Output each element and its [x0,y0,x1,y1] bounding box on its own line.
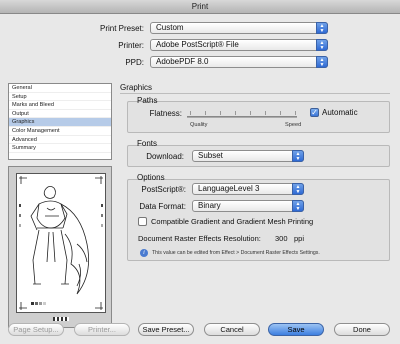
category-item-graphics[interactable]: Graphics [9,118,111,127]
category-item-advanced[interactable]: Advanced [9,136,111,145]
data-format-label: Data Format: [139,202,186,211]
category-item-setup[interactable]: Setup [9,93,111,102]
speed-label: Speed [285,122,302,128]
slider-tick [250,111,251,115]
category-list: General Setup Marks and Bleed Output Gra… [8,83,112,160]
slider-tick [190,111,191,115]
checkmark-icon: ✓ [311,108,318,117]
superhero-illustration [19,176,103,310]
postscript-value: LanguageLevel 3 [198,184,260,193]
category-item-general[interactable]: General [9,84,111,93]
slider-tick [235,111,236,115]
compatible-gradient-label: Compatible Gradient and Gradient Mesh Pr… [151,217,314,226]
popup-arrows-icon: ▲ ▼ [316,22,328,34]
flatness-slider[interactable] [187,116,297,118]
slider-tick [265,111,266,115]
download-popup[interactable]: Subset ▲ ▼ [192,150,304,162]
print-preset-value: Custom [156,23,184,32]
cancel-button[interactable]: Cancel [204,323,260,336]
download-label: Download: [146,152,184,161]
postscript-popup[interactable]: LanguageLevel 3 ▲ ▼ [192,183,304,195]
options-group-title: Options [137,173,165,182]
flatness-label: Flatness: [149,109,182,118]
category-item-marks-and-bleed[interactable]: Marks and Bleed [9,101,111,110]
postscript-label: PostScript®: [141,185,186,194]
preview-page [16,173,106,313]
slider-tick [205,111,206,115]
printer-label: Printer: [118,41,144,50]
print-preset-popup[interactable]: Custom ▲ ▼ [150,22,328,34]
print-preview [8,166,112,328]
fonts-group-title: Fonts [137,139,158,148]
automatic-checkbox[interactable]: ✓ [310,108,319,117]
raster-resolution-label: Document Raster Effects Resolution: [138,234,261,243]
panel-title: Graphics [120,83,153,92]
ppd-value: AdobePDF 8.0 [156,57,209,66]
popup-arrows-icon: ▲ ▼ [292,150,304,162]
printer-value: Adobe PostScript® File [156,40,239,49]
download-value: Subset [198,151,223,160]
raster-resolution-value: 300 [275,234,288,243]
slider-tick [295,111,296,115]
paths-group-title: Paths [137,96,158,105]
category-item-output[interactable]: Output [9,110,111,119]
popup-arrows-icon: ▲ ▼ [316,56,328,68]
category-item-summary[interactable]: Summary [9,144,111,153]
ppd-popup[interactable]: AdobePDF 8.0 ▲ ▼ [150,56,328,68]
raster-resolution-unit: ppi [294,234,305,243]
page-setup-button[interactable]: Page Setup... [8,323,64,336]
ppd-label: PPD: [125,58,144,67]
info-icon: i [140,249,148,257]
printer-button[interactable]: Printer... [74,323,130,336]
data-format-popup[interactable]: Binary ▲ ▼ [192,200,304,212]
window-title: Print [191,2,209,11]
quality-label: Quality [190,122,208,128]
panel-divider [120,93,390,94]
preview-scale-bar [53,317,69,321]
save-button[interactable]: Save [268,323,324,336]
raster-info-text: This value can be edited from Effect > D… [152,250,320,256]
done-button[interactable]: Done [334,323,390,336]
slider-tick [220,111,221,115]
automatic-label: Automatic [322,108,358,117]
popup-arrows-icon: ▲ ▼ [292,200,304,212]
data-format-value: Binary [198,201,221,210]
category-item-color-management[interactable]: Color Management [9,127,111,136]
printer-popup[interactable]: Adobe PostScript® File ▲ ▼ [150,39,328,51]
popup-arrows-icon: ▲ ▼ [316,39,328,51]
print-preset-label: Print Preset: [99,24,144,33]
save-preset-button[interactable]: Save Preset... [138,323,194,336]
window-title-bar: Print [0,0,400,14]
popup-arrows-icon: ▲ ▼ [292,183,304,195]
slider-tick [280,111,281,115]
compatible-gradient-checkbox[interactable] [138,217,147,226]
